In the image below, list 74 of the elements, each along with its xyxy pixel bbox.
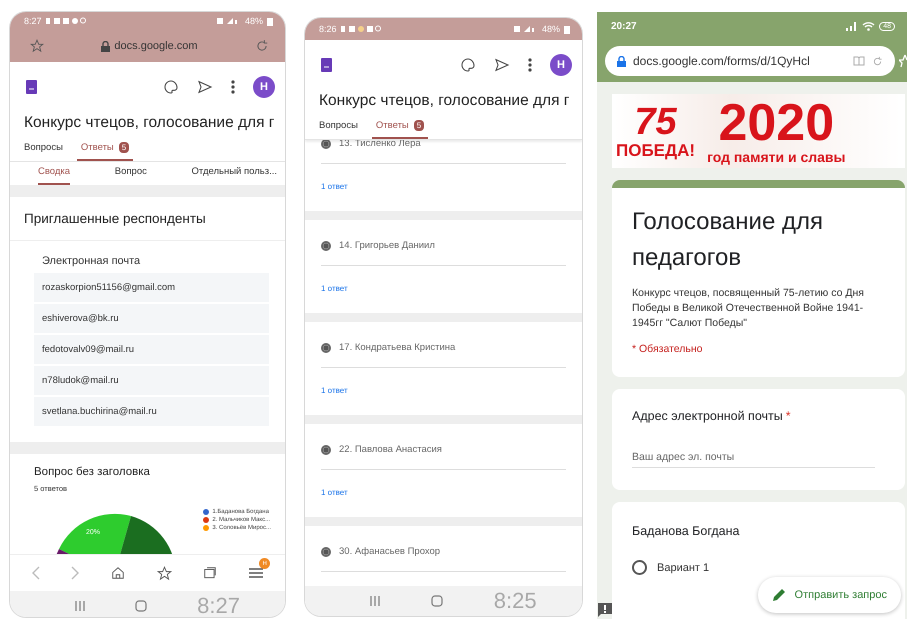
banner-year: 2020 (718, 97, 834, 149)
banner-motto: год памяти и славы (707, 149, 846, 165)
reload-icon[interactable] (254, 39, 269, 53)
question-title: Вопрос без заголовка (34, 466, 151, 478)
home-icon[interactable] (111, 566, 126, 580)
radio-button[interactable] (632, 560, 647, 575)
question-label: Адрес электронной почты (632, 409, 783, 423)
option-label: Вариант 1 (657, 562, 710, 574)
more-icon[interactable] (231, 80, 235, 94)
column-label: Электронная почта (41, 255, 142, 269)
notification-icons (340, 25, 381, 33)
response-count-link[interactable]: 1 ответ (321, 488, 566, 497)
battery-icon (564, 24, 570, 34)
required-mark: * (786, 409, 791, 423)
email-row: fedotovalv09@mail.ru (34, 335, 269, 364)
tab[interactable]: Ответы 5 (76, 142, 134, 161)
battery-icon (267, 16, 273, 26)
tab[interactable]: Вопросы (319, 120, 358, 139)
option-label: 30. Афанасьев Прохор (339, 546, 440, 557)
send-icon[interactable] (494, 57, 510, 73)
lock-icon (101, 40, 110, 52)
option-label: 14. Григорьев Даниил (339, 240, 435, 251)
wifi-icon (862, 21, 876, 31)
menu-icon[interactable] (249, 567, 264, 579)
count-badge: 5 (118, 142, 130, 153)
form-title: Конкурс чтецов, голосование для г (23, 113, 276, 132)
email-row: svetlana.buchirina@mail.ru (34, 397, 269, 426)
forms-icon (321, 58, 332, 72)
response-count-link[interactable]: 1 ответ (321, 386, 566, 395)
timestamp-overlay: 8:27 (197, 593, 240, 617)
notification-icons (46, 17, 86, 25)
email-row: n78ludok@mail.ru (34, 366, 269, 395)
form-title: Голосование для педагогов (632, 207, 824, 273)
response-count-link[interactable]: 1 ответ (321, 182, 566, 191)
more-icon[interactable] (528, 58, 532, 72)
question-label: Баданова Богдана (632, 524, 740, 538)
form-description: Конкурс чтецов, посвященный 75-летию со Дня Победы в Великой Отечественной Войне 1941-1945гг "Салют Победы" (632, 286, 865, 331)
submit-request-button[interactable]: Отправить запрос (758, 577, 901, 613)
signal-icon (846, 22, 858, 30)
card-title: Приглашенные респонденты (10, 197, 285, 241)
battery-level: 48% (542, 24, 560, 34)
avatar[interactable]: H (550, 54, 572, 76)
tab[interactable]: Вопросы (24, 142, 63, 161)
required-note: * Обязательно (632, 343, 704, 355)
home-button-icon[interactable] (135, 600, 148, 612)
tabs-icon[interactable] (203, 566, 218, 580)
banner-word: ПОБЕДА! (616, 142, 696, 160)
status-time: 8:26 (319, 24, 337, 34)
status-time: 8:27 (24, 16, 42, 26)
lock-icon (617, 56, 626, 66)
form-title: Конкурс чтецов, голосование для г (318, 91, 570, 110)
recents-icon[interactable] (75, 601, 86, 611)
forms-icon (26, 80, 37, 94)
status-time: 20:27 (611, 20, 637, 32)
option-label: 17. Кондратьева Кристина (339, 342, 456, 353)
home-button-icon[interactable] (431, 595, 444, 607)
timestamp-overlay: 8:25 (494, 588, 537, 614)
feedback-icon[interactable] (598, 603, 612, 617)
email-row: eshiverova@bk.ru (34, 304, 269, 333)
subtab[interactable]: Отдельный польз... (192, 166, 277, 185)
bookmark-star-icon[interactable] (156, 566, 172, 580)
subtab[interactable]: Вопрос (114, 166, 147, 185)
email-row: rozaskorpion51156@gmail.com (34, 273, 269, 302)
avatar[interactable]: H (253, 76, 275, 98)
pencil-icon (772, 588, 786, 602)
banner-number: 75 (634, 102, 677, 142)
option-label: 22. Павлова Анастасия (339, 444, 442, 455)
send-icon[interactable] (197, 79, 213, 95)
palette-icon[interactable] (460, 57, 476, 73)
battery-level: 48% (244, 16, 263, 26)
url-text[interactable]: docs.google.com (114, 40, 198, 52)
response-count-link[interactable]: 1 ответ (321, 284, 566, 293)
recents-icon[interactable] (370, 596, 380, 606)
palette-icon[interactable] (163, 79, 179, 95)
